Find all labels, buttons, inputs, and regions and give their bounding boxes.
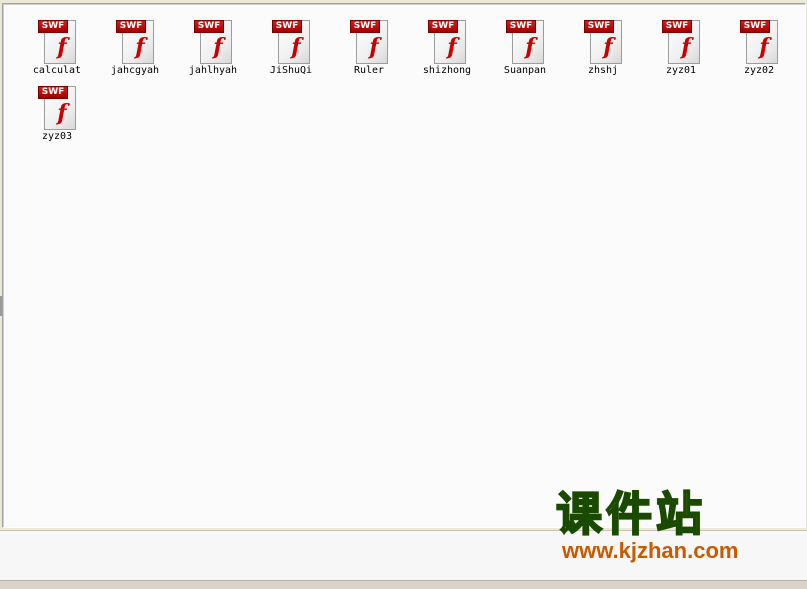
flash-logo-icon: f xyxy=(447,34,457,60)
flash-logo-icon: f xyxy=(213,34,223,60)
file-name-label: zhshj xyxy=(587,65,619,76)
swf-badge: SWF xyxy=(116,20,146,33)
flash-logo-icon: f xyxy=(525,34,535,60)
swf-file-icon: SWF f xyxy=(350,16,388,64)
watermark-title: 课件站 xyxy=(555,487,706,541)
file-name-label: Ruler xyxy=(353,65,385,76)
file-item[interactable]: SWF f jahcgyah xyxy=(96,8,174,76)
flash-logo-icon: f xyxy=(291,34,301,60)
flash-logo-icon: f xyxy=(681,34,691,60)
file-list-pane[interactable]: SWF f calculat SWF f jahcgyah SWF f jahlhyah SWF f… xyxy=(2,3,806,528)
swf-badge: SWF xyxy=(38,86,68,99)
file-item[interactable]: SWF f zhshj xyxy=(564,8,642,76)
flash-logo-icon: f xyxy=(57,34,67,60)
file-item[interactable]: SWF f shizhong xyxy=(408,8,486,76)
file-item[interactable]: SWF f zyz03 xyxy=(18,74,96,142)
file-name-label: jahlhyah xyxy=(188,65,238,76)
flash-logo-icon: f xyxy=(369,34,379,60)
flash-logo-icon: f xyxy=(759,34,769,60)
swf-file-icon: SWF f xyxy=(38,16,76,64)
flash-logo-icon: f xyxy=(135,34,145,60)
swf-file-icon: SWF f xyxy=(38,82,76,130)
file-name-label: zyz02 xyxy=(743,65,775,76)
file-item[interactable]: SWF f Ruler xyxy=(330,8,408,76)
swf-file-icon: SWF f xyxy=(272,16,310,64)
swf-badge: SWF xyxy=(506,20,536,33)
file-name-label: Suanpan xyxy=(503,65,547,76)
swf-file-icon: SWF f xyxy=(116,16,154,64)
swf-file-icon: SWF f xyxy=(740,16,778,64)
swf-file-icon: SWF f xyxy=(584,16,622,64)
file-item[interactable]: SWF f jahlhyah xyxy=(174,8,252,76)
flash-logo-icon: f xyxy=(603,34,613,60)
file-name-label: JiShuQi xyxy=(269,65,313,76)
file-item[interactable]: SWF f zyz02 xyxy=(720,8,798,76)
swf-badge: SWF xyxy=(662,20,692,33)
file-item[interactable]: SWF f JiShuQi xyxy=(252,8,330,76)
swf-badge: SWF xyxy=(584,20,614,33)
swf-badge: SWF xyxy=(350,20,380,33)
swf-file-icon: SWF f xyxy=(194,16,232,64)
swf-badge: SWF xyxy=(194,20,224,33)
file-name-label: shizhong xyxy=(422,65,472,76)
file-name-label: zyz03 xyxy=(41,131,73,142)
file-name-label: jahcgyah xyxy=(110,65,160,76)
swf-file-icon: SWF f xyxy=(506,16,544,64)
explorer-window: SWF f calculat SWF f jahcgyah SWF f jahlhyah SWF f… xyxy=(0,0,807,589)
file-name-label: zyz01 xyxy=(665,65,697,76)
file-item[interactable]: SWF f zyz01 xyxy=(642,8,720,76)
watermark-logo: 课件站 www.kjzhan.com xyxy=(555,487,786,568)
flash-logo-icon: f xyxy=(57,100,67,126)
swf-badge: SWF xyxy=(272,20,302,33)
watermark-url: www.kjzhan.com xyxy=(562,538,739,563)
swf-badge: SWF xyxy=(38,20,68,33)
swf-badge: SWF xyxy=(740,20,770,33)
file-item[interactable]: SWF f Suanpan xyxy=(486,8,564,76)
file-item[interactable]: SWF f calculat xyxy=(18,8,96,76)
swf-file-icon: SWF f xyxy=(662,16,700,64)
swf-file-icon: SWF f xyxy=(428,16,466,64)
swf-badge: SWF xyxy=(428,20,458,33)
